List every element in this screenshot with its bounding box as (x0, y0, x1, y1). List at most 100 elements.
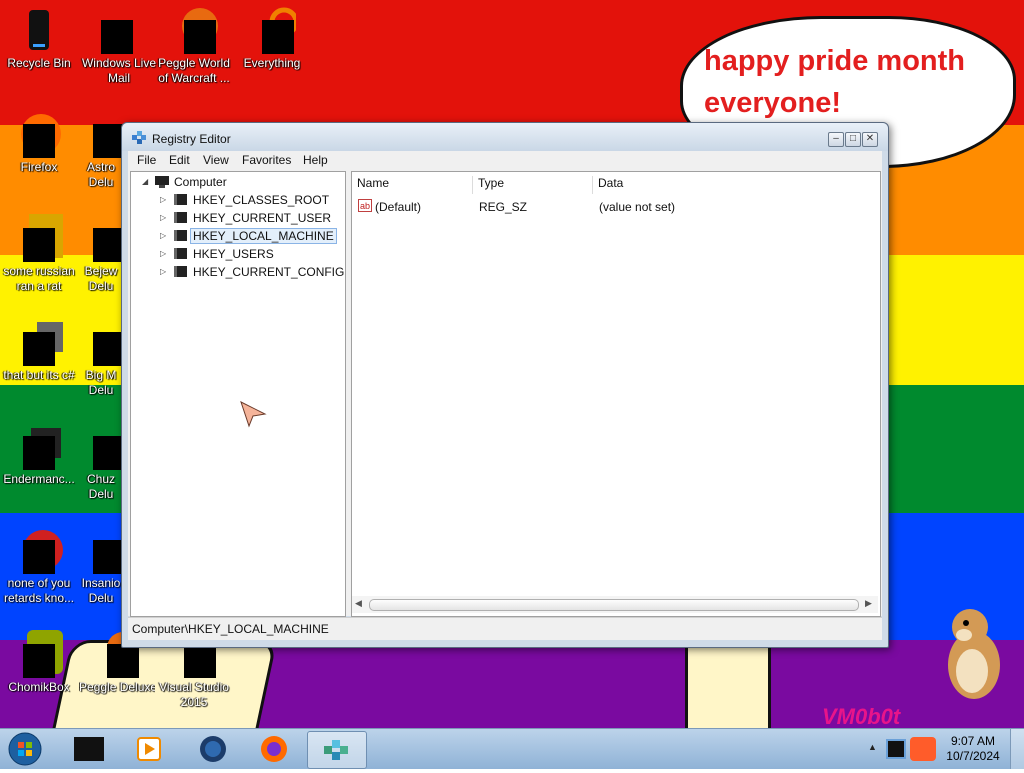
everything-search-icon (248, 6, 299, 54)
computer-icon (154, 175, 170, 194)
recycle-bin-icon (15, 6, 63, 54)
desktop-icon-some-russian[interactable]: some russian ran a rat (1, 214, 77, 294)
horizontal-scrollbar[interactable]: ◀ ▶ (352, 596, 878, 613)
registry-folder-icon (174, 194, 187, 205)
tree-node-hkey-current-user[interactable]: HKEY_CURRENT_USER (193, 211, 331, 225)
tray-network-icon[interactable] (886, 739, 906, 759)
menu-file[interactable]: File (137, 153, 156, 167)
desktop-icon-big-money[interactable]: Big M Delu (79, 318, 125, 398)
registry-folder-icon (174, 212, 187, 223)
peggle-icon (170, 6, 218, 54)
scroll-left-arrow-icon[interactable]: ◀ (355, 598, 362, 609)
close-button[interactable]: ✕ (862, 132, 878, 147)
game-icon (79, 214, 127, 262)
desktop-icon-that-but-csharp[interactable]: that but its c# (1, 318, 77, 383)
status-bar: Computer\HKEY_LOCAL_MACHINE (128, 617, 882, 640)
game-icon (79, 422, 127, 470)
desktop-icon-bejeweled[interactable]: Bejew Delu (79, 214, 125, 294)
tree-node-hkey-local-machine[interactable]: HKEY_LOCAL_MACHINE (190, 228, 337, 244)
desktop-icon-windows-live-mail[interactable]: Windows Live Mail (79, 6, 156, 86)
game-icon (79, 526, 127, 574)
folder-stack-icon (15, 318, 63, 366)
terminal-icon (15, 422, 63, 470)
menu-view[interactable]: View (203, 153, 229, 167)
svg-text:ab: ab (360, 201, 370, 211)
window-client-area: ◢ Computer ▷ HKEY_CLASSES_ROOT ▷ HKEY_CU… (128, 170, 882, 617)
taskbar-item-firefox[interactable] (245, 731, 303, 767)
show-desktop-button[interactable] (1010, 729, 1024, 769)
tree-node-computer[interactable]: Computer (174, 175, 227, 189)
status-path: Computer\HKEY_LOCAL_MACHINE (132, 622, 329, 636)
window-titlebar[interactable]: Registry Editor – □ ✕ (122, 123, 888, 151)
column-header-type[interactable]: Type (473, 176, 593, 194)
value-data: (value not set) (599, 200, 676, 214)
desktop-icon-chomikbox[interactable]: ChomikBox (1, 630, 77, 695)
column-header-data[interactable]: Data (593, 176, 879, 194)
registry-values-pane[interactable]: Name Type Data ab (Default) REG_SZ (valu… (351, 171, 881, 617)
windows-live-mail-icon (93, 6, 141, 54)
start-button[interactable] (4, 730, 46, 768)
menu-edit[interactable]: Edit (169, 153, 190, 167)
signature-text: VM0b0t (822, 704, 901, 728)
maximize-button[interactable]: □ (845, 132, 861, 147)
desktop-icon-none-of-you[interactable]: none of you retards kno... (1, 526, 77, 606)
tree-node-hkey-users[interactable]: HKEY_USERS (193, 247, 274, 261)
registry-folder-icon (174, 266, 187, 277)
taskbar-item-registry-editor[interactable] (307, 731, 367, 769)
taskbar-item-media-player[interactable] (120, 731, 178, 767)
desktop-icon-recycle-bin[interactable]: Recycle Bin (1, 6, 77, 71)
media-player-icon (137, 737, 161, 766)
desktop-icon-firefox[interactable]: Firefox (1, 110, 77, 175)
chomikbox-icon (15, 630, 63, 678)
desktop-icon-insaniquarium[interactable]: Insanio Delu (79, 526, 125, 606)
expand-arrow-icon[interactable]: ▷ (160, 231, 166, 240)
clock-date: 10/7/2024 (946, 749, 1000, 763)
expand-arrow-icon[interactable]: ▷ (160, 267, 166, 276)
tray-app-icon[interactable] (910, 737, 936, 761)
wallpaper-doodle-right (685, 640, 771, 728)
registry-editor-window[interactable]: Registry Editor – □ ✕ File Edit View Fav… (121, 122, 889, 648)
speech-bubble-text: happy pride month everyone! (704, 45, 965, 119)
registry-editor-icon (132, 131, 146, 145)
clock-time: 9:07 AM (950, 734, 996, 748)
tree-node-hkey-current-config[interactable]: HKEY_CURRENT_CONFIG (193, 265, 344, 279)
minimize-button[interactable]: – (828, 132, 844, 147)
value-type: REG_SZ (479, 200, 528, 214)
desktop-icon-astro[interactable]: Astro Delu (79, 110, 125, 190)
system-clock[interactable]: 9:07 AM 10/7/2024 (944, 734, 1002, 764)
game-icon (79, 318, 127, 366)
registry-editor-icon (322, 736, 352, 769)
table-row[interactable]: ab (Default) REG_SZ (value not set) (352, 197, 878, 215)
desktop-icon-chuzzle[interactable]: Chuz Delu (79, 422, 125, 502)
show-hidden-icons-icon[interactable]: ▲ (868, 742, 877, 752)
game-icon (79, 110, 127, 158)
scroll-right-arrow-icon[interactable]: ▶ (865, 598, 872, 609)
registry-folder-icon (174, 230, 187, 241)
hamster-image (940, 605, 1004, 701)
expand-arrow-icon[interactable]: ▷ (160, 213, 166, 222)
registry-folder-icon (174, 248, 187, 259)
scrollbar-thumb[interactable] (369, 599, 859, 611)
desktop-icon-endermanch[interactable]: Endermanc... (1, 422, 77, 487)
terminal-icon (74, 737, 104, 761)
registry-tree-pane[interactable]: ◢ Computer ▷ HKEY_CLASSES_ROOT ▷ HKEY_CU… (130, 171, 346, 617)
expand-arrow-icon[interactable]: ▷ (160, 249, 166, 258)
firefox-icon (260, 735, 288, 768)
string-value-icon: ab (358, 199, 372, 217)
desktop-icon-everything[interactable]: Everything (234, 6, 310, 71)
menu-favorites[interactable]: Favorites (242, 153, 291, 167)
value-name: (Default) (375, 200, 422, 214)
column-header-name[interactable]: Name (352, 176, 473, 194)
collapse-arrow-icon[interactable]: ◢ (142, 177, 148, 186)
taskbar-item-terminal[interactable] (60, 731, 118, 767)
taskbar-item-globe[interactable] (184, 731, 242, 767)
window-title: Registry Editor (152, 132, 231, 146)
menu-help[interactable]: Help (303, 153, 328, 167)
expand-arrow-icon[interactable]: ▷ (160, 195, 166, 204)
globe-icon (199, 735, 227, 768)
app-icon (15, 526, 63, 574)
taskbar: ▲ 9:07 AM 10/7/2024 (0, 728, 1024, 769)
desktop-icon-peggle-wow[interactable]: Peggle World of Warcraft ... (156, 6, 232, 86)
menu-bar: File Edit View Favorites Help (128, 151, 882, 170)
tree-node-hkey-classes-root[interactable]: HKEY_CLASSES_ROOT (193, 193, 329, 207)
